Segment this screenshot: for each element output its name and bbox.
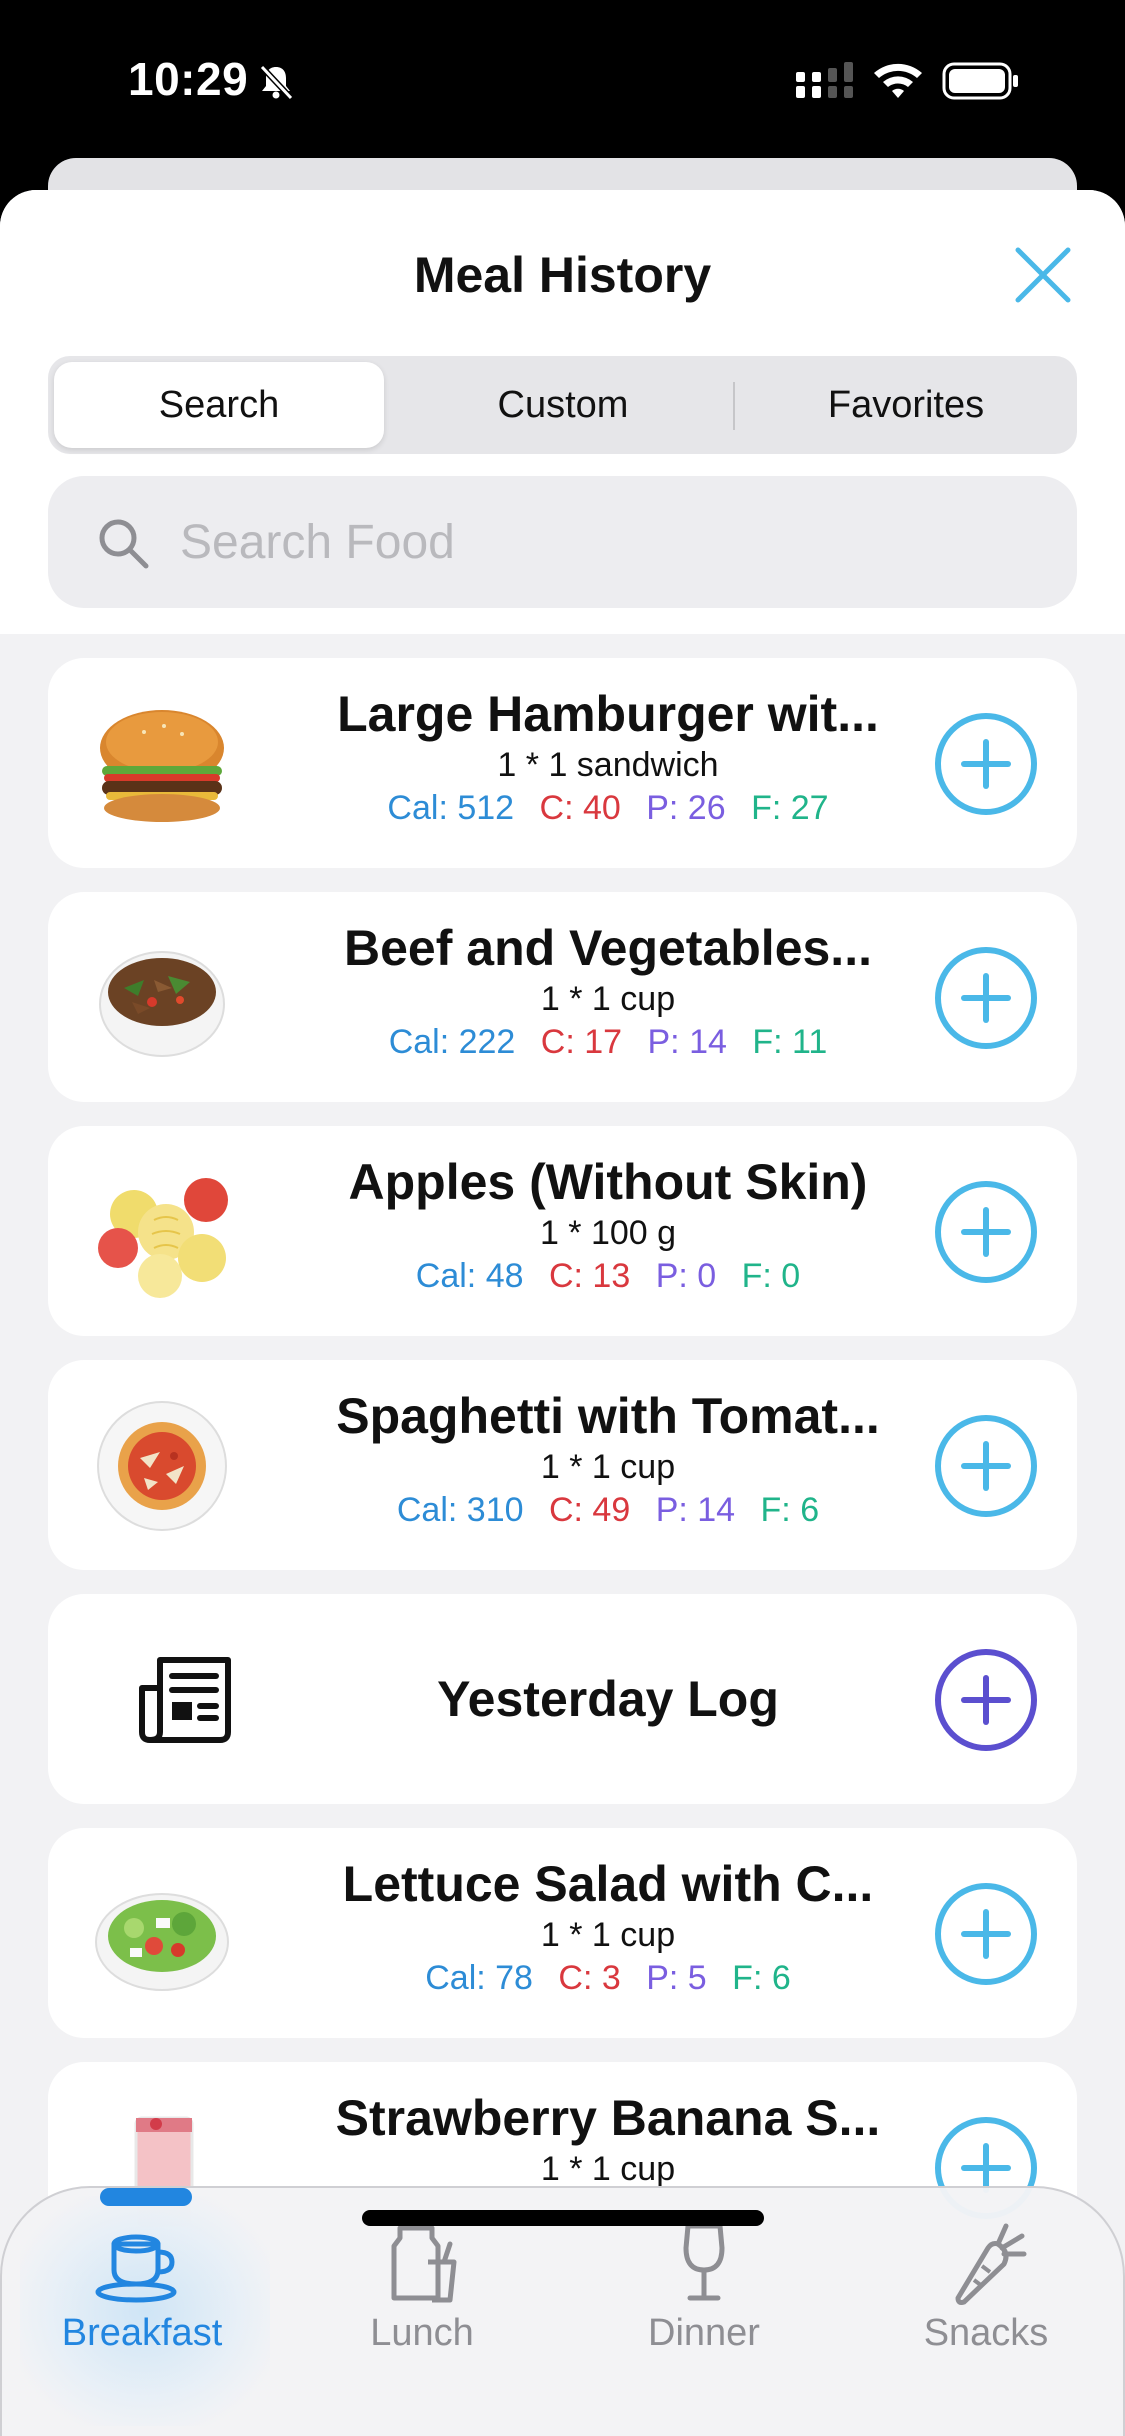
carrot-icon xyxy=(955,2223,1027,2305)
food-macros: Cal: 48 C: 13 P: 0 F: 0 xyxy=(288,1254,928,1298)
food-item-text: Strawberry Banana S... 1 * 1 cup xyxy=(288,2088,928,2190)
food-serving: 1 * 1 cup xyxy=(540,2150,676,2188)
cup-icon xyxy=(95,2234,177,2303)
home-indicator[interactable] xyxy=(362,2210,764,2226)
food-item-card[interactable]: Beef and Vegetables... 1 * 1 cup Cal: 22… xyxy=(48,892,1077,1102)
protein-label: P: 26 xyxy=(646,789,726,827)
add-icon[interactable] xyxy=(934,1882,1038,1986)
wine-glass-icon xyxy=(683,2223,725,2301)
food-item-text: Beef and Vegetables... 1 * 1 cup Cal: 22… xyxy=(288,918,928,1064)
calories-label: Cal: 512 xyxy=(387,789,515,827)
status-time: 10:29 xyxy=(128,53,249,105)
fat-label: F: 6 xyxy=(732,1959,791,1997)
close-icon[interactable] xyxy=(1010,242,1076,308)
newspaper-icon xyxy=(139,1657,231,1743)
food-macros: Cal: 310 C: 49 P: 14 F: 6 xyxy=(288,1488,928,1532)
calories-label: Cal: 48 xyxy=(415,1257,524,1295)
bell-slash-icon xyxy=(259,64,294,101)
lettuce-salad-image xyxy=(95,1893,229,1991)
segment-custom[interactable]: Custom xyxy=(398,362,728,448)
tab-label: Snacks xyxy=(923,2312,1049,2354)
food-item-text: Apples (Without Skin) 1 * 100 g Cal: 48 … xyxy=(288,1152,928,1298)
food-item-text: Large Hamburger wit... 1 * 1 sandwich Ca… xyxy=(288,684,928,830)
protein-label: P: 14 xyxy=(655,1491,736,1529)
fat-label: F: 27 xyxy=(751,789,829,827)
spaghetti-image xyxy=(97,1401,227,1531)
search-icon xyxy=(99,519,149,569)
food-item-card[interactable]: Spaghetti with Tomat... 1 * 1 cup Cal: 3… xyxy=(48,1360,1077,1570)
calories-label: Cal: 222 xyxy=(388,1023,516,1061)
add-icon[interactable] xyxy=(934,1414,1038,1518)
yesterday-log-card[interactable]: Yesterday Log xyxy=(48,1594,1077,1804)
add-icon[interactable] xyxy=(934,1180,1038,1284)
food-name: Strawberry Banana S... xyxy=(335,2090,881,2146)
protein-label: P: 5 xyxy=(646,1959,707,1997)
food-macros: Cal: 78 C: 3 P: 5 F: 6 xyxy=(288,1956,928,2000)
food-name: Beef and Vegetables... xyxy=(344,920,872,976)
battery-icon xyxy=(942,62,1018,100)
add-icon[interactable] xyxy=(934,712,1038,816)
tab-breakfast[interactable]: Breakfast xyxy=(32,2218,252,2388)
fat-label: F: 11 xyxy=(752,1023,828,1061)
food-serving: 1 * 100 g xyxy=(539,1214,677,1252)
search-bar[interactable] xyxy=(48,476,1077,608)
segment-favorites[interactable]: Favorites xyxy=(741,362,1071,448)
carbs-label: C: 17 xyxy=(540,1023,623,1061)
food-item-card[interactable]: Large Hamburger wit... 1 * 1 sandwich Ca… xyxy=(48,658,1077,868)
carbs-label: C: 40 xyxy=(539,789,621,827)
carbs-label: C: 3 xyxy=(558,1959,621,1997)
fat-label: F: 0 xyxy=(741,1257,801,1295)
yesterday-log-label: Yesterday Log xyxy=(437,1671,779,1727)
food-item-card[interactable]: Apples (Without Skin) 1 * 100 g Cal: 48 … xyxy=(48,1126,1077,1336)
segment-search[interactable]: Search xyxy=(54,362,384,448)
tab-snacks[interactable]: Snacks xyxy=(876,2218,1096,2388)
food-macros: Cal: 222 C: 17 P: 14 F: 11 xyxy=(288,1020,928,1064)
food-serving: 1 * 1 sandwich xyxy=(497,746,719,784)
hamburger-image xyxy=(100,710,224,822)
food-name: Large Hamburger wit... xyxy=(337,686,879,742)
food-serving: 1 * 1 cup xyxy=(540,980,676,1018)
carbs-label: C: 13 xyxy=(548,1257,631,1295)
food-item-card[interactable]: Lettuce Salad with C... 1 * 1 cup Cal: 7… xyxy=(48,1828,1077,2038)
calories-label: Cal: 78 xyxy=(425,1959,533,1997)
sheet-header: Meal History Search Custom Favorites xyxy=(0,190,1125,634)
food-macros: Cal: 512 C: 40 P: 26 F: 27 xyxy=(288,786,928,830)
beef-vegetables-image xyxy=(99,951,225,1057)
add-icon[interactable] xyxy=(934,1648,1038,1752)
food-serving: 1 * 1 cup xyxy=(540,1916,676,1954)
peeled-apples-image xyxy=(98,1178,228,1298)
carbs-label: C: 49 xyxy=(548,1491,631,1529)
food-name: Apples (Without Skin) xyxy=(348,1154,868,1210)
search-input[interactable] xyxy=(180,506,1030,578)
tab-label: Dinner xyxy=(648,2312,760,2354)
calories-label: Cal: 310 xyxy=(396,1491,524,1529)
segment-divider xyxy=(733,382,735,430)
food-item-text: Lettuce Salad with C... 1 * 1 cup Cal: 7… xyxy=(288,1854,928,2000)
tab-label: Lunch xyxy=(370,2312,474,2354)
cellular-signal-icon xyxy=(796,62,853,98)
fat-label: F: 6 xyxy=(760,1491,820,1529)
tab-lunch[interactable]: Lunch xyxy=(312,2218,532,2388)
wifi-icon xyxy=(874,63,922,98)
active-tab-indicator xyxy=(100,2188,192,2206)
protein-label: P: 14 xyxy=(647,1023,727,1061)
add-icon[interactable] xyxy=(934,946,1038,1050)
protein-label: P: 0 xyxy=(655,1257,717,1295)
food-serving: 1 * 1 cup xyxy=(540,1448,676,1486)
tab-dinner[interactable]: Dinner xyxy=(594,2218,814,2388)
food-item-text: Spaghetti with Tomat... 1 * 1 cup Cal: 3… xyxy=(288,1386,928,1532)
status-bar: 10:29 xyxy=(0,0,1125,160)
tab-label: Breakfast xyxy=(61,2312,223,2354)
page-title: Meal History xyxy=(413,247,712,303)
segmented-control: Search Custom Favorites xyxy=(48,356,1077,454)
meal-history-sheet: Meal History Search Custom Favorites Sea… xyxy=(0,190,1125,2436)
food-name: Lettuce Salad with C... xyxy=(342,1856,874,1912)
lunch-icon xyxy=(391,2225,457,2303)
food-name: Spaghetti with Tomat... xyxy=(336,1388,880,1444)
